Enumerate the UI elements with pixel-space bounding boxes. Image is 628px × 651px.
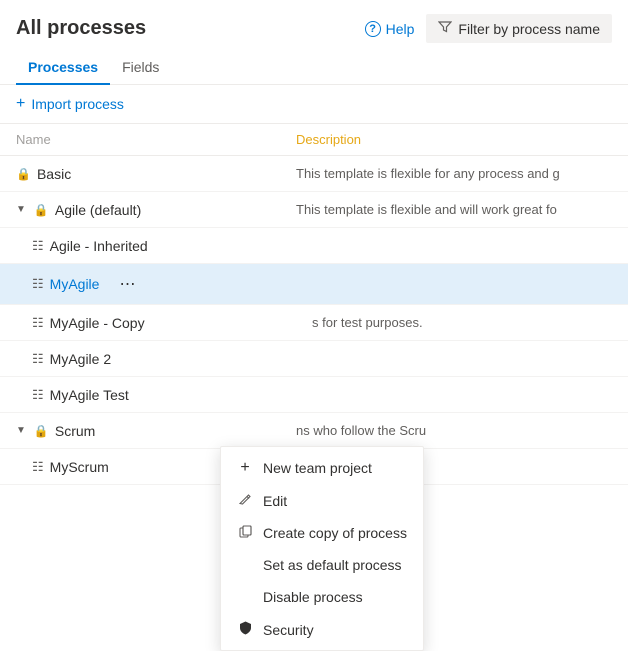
plus-icon: + (16, 95, 25, 113)
process-name: Scrum (55, 423, 95, 439)
pencil-icon (237, 493, 253, 509)
process-name: Agile - Inherited (50, 238, 148, 254)
process-name-cell: ☷ Agile - Inherited (32, 238, 312, 254)
tree-icon: ☷ (32, 276, 44, 292)
process-name-cell: ☷ MyAgile 2 (32, 351, 312, 367)
help-button[interactable]: ? Help (365, 21, 415, 37)
table-header: Name Description (0, 124, 628, 156)
menu-item-edit[interactable]: Edit (221, 485, 423, 517)
process-name-link[interactable]: MyAgile (50, 276, 100, 292)
col-name-header: Name (16, 132, 296, 147)
process-name-cell: ☷ MyAgile ⋯ (32, 272, 312, 296)
chevron-down-icon[interactable]: ▼ (16, 425, 26, 436)
process-description: s for test purposes. (312, 315, 612, 330)
process-name: MyAgile - Copy (50, 315, 145, 331)
process-name: Basic (37, 166, 71, 182)
plus-icon: + (237, 459, 253, 477)
menu-item-create-copy[interactable]: Create copy of process (221, 517, 423, 549)
tabs-bar: Processes Fields (0, 51, 628, 85)
help-circle-icon: ? (365, 21, 381, 37)
menu-label: Disable process (263, 589, 363, 605)
import-process-button[interactable]: + Import process (16, 95, 124, 113)
process-name-cell: ☷ MyAgile - Copy (32, 315, 312, 331)
ellipsis-button[interactable]: ⋯ (113, 272, 143, 296)
header: All processes ? Help Filter by process n… (0, 0, 628, 51)
menu-label: Set as default process (263, 557, 402, 573)
process-name: MyAgile Test (50, 387, 129, 403)
header-right: ? Help Filter by process name (365, 14, 612, 43)
process-name: Agile (default) (55, 202, 141, 218)
import-row: + Import process (0, 85, 628, 124)
lock-icon: 🔒 (34, 424, 49, 438)
lock-icon: 🔒 (16, 167, 31, 181)
filter-label: Filter by process name (458, 21, 600, 37)
process-name-cell: ☷ MyAgile Test (32, 387, 312, 403)
process-name: MyAgile 2 (50, 351, 111, 367)
tree-icon: ☷ (32, 387, 44, 403)
tab-processes[interactable]: Processes (16, 51, 110, 85)
table-row: ▼ 🔒 Agile (default) This template is fle… (0, 192, 628, 228)
tree-icon: ☷ (32, 238, 44, 254)
process-name-cell: 🔒 Basic (16, 166, 296, 182)
process-description: This template is flexible for any proces… (296, 166, 612, 181)
help-label: Help (386, 21, 415, 37)
menu-label: Create copy of process (263, 525, 407, 541)
tab-fields[interactable]: Fields (110, 51, 171, 85)
table-row: ☷ Agile - Inherited (0, 228, 628, 264)
filter-icon (438, 20, 452, 37)
col-desc-header: Description (296, 132, 361, 147)
menu-label: Edit (263, 493, 287, 509)
page-title: All processes (16, 17, 146, 40)
table-row: ▼ 🔒 Scrum ns who follow the Scru (0, 413, 628, 449)
copy-icon (237, 525, 253, 541)
menu-label: Security (263, 622, 314, 638)
tree-icon: ☷ (32, 351, 44, 367)
menu-item-disable[interactable]: Disable process (221, 581, 423, 613)
table-row: 🔒 Basic This template is flexible for an… (0, 156, 628, 192)
table-row: ☷ MyAgile - Copy s for test purposes. (0, 305, 628, 341)
context-menu: + New team project Edit Create copy of p… (220, 446, 424, 651)
process-description: This template is flexible and will work … (296, 202, 612, 217)
chevron-down-icon[interactable]: ▼ (16, 204, 26, 215)
process-name-cell: ▼ 🔒 Agile (default) (16, 202, 296, 218)
tree-icon: ☷ (32, 315, 44, 331)
table-row: ☷ MyAgile ⋯ (0, 264, 628, 305)
table-row: ☷ MyAgile Test (0, 377, 628, 413)
menu-label: New team project (263, 460, 372, 476)
process-name-cell: ▼ 🔒 Scrum (16, 423, 296, 439)
table-row: ☷ MyAgile 2 (0, 341, 628, 377)
tree-icon: ☷ (32, 459, 44, 475)
menu-item-new-team-project[interactable]: + New team project (221, 451, 423, 485)
filter-button[interactable]: Filter by process name (426, 14, 612, 43)
import-label: Import process (31, 96, 124, 112)
lock-icon: 🔒 (34, 203, 49, 217)
shield-icon (237, 621, 253, 638)
process-name: MyScrum (50, 459, 109, 475)
process-description: ns who follow the Scru (296, 423, 612, 438)
process-list: 🔒 Basic This template is flexible for an… (0, 156, 628, 485)
app-container: All processes ? Help Filter by process n… (0, 0, 628, 485)
menu-item-security[interactable]: Security (221, 613, 423, 646)
menu-item-set-default[interactable]: Set as default process (221, 549, 423, 581)
